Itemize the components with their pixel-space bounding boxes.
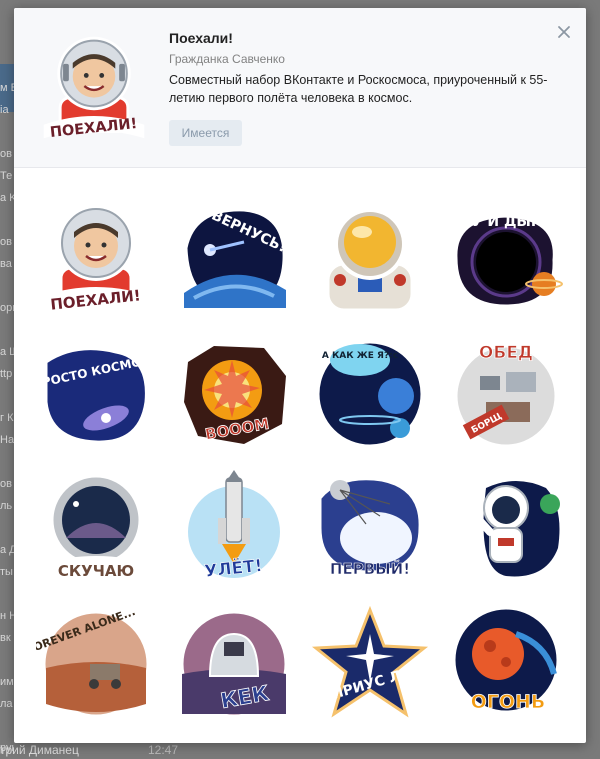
background-row-text: н Н bbox=[0, 610, 14, 622]
background-row-text: ты bbox=[0, 566, 13, 578]
background-message-time: 12:47 bbox=[148, 743, 179, 757]
sticker-obed[interactable]: БОРЩ ОБЕД bbox=[446, 332, 566, 452]
sticker-caption: СКУЧАЮ bbox=[58, 562, 134, 580]
sticker-nu-i-dyra[interactable]: НУ И ДЫРА bbox=[446, 198, 566, 318]
pack-cover-sticker: ПОЕХАЛИ! bbox=[36, 30, 152, 146]
background-row-text: ia bbox=[0, 104, 9, 116]
background-row-text: ttp bbox=[0, 368, 13, 380]
sticker-pack-modal: ПОЕХАЛИ! Поехали! Гражданка Савченко Сов… bbox=[14, 8, 586, 743]
background-row-text: ов bbox=[0, 236, 12, 248]
sticker-a-kak-zhe-ya[interactable]: А КАК ЖЕ Я?:c bbox=[310, 332, 430, 452]
background-row-text: а Щ bbox=[0, 346, 14, 358]
background-row-text: ла bbox=[0, 698, 13, 710]
background-row-text: г К bbox=[0, 412, 14, 424]
background-bottom-row: трий Диманец 12:47 bbox=[0, 743, 600, 759]
sticker-caption: ОГОНЬ bbox=[471, 691, 546, 713]
sticker-caption: НУ И ДЫРА bbox=[460, 214, 552, 230]
pack-title: Поехали! bbox=[169, 30, 233, 46]
sticker-astronaut-wave[interactable] bbox=[446, 468, 566, 588]
background-row-text: ль bbox=[0, 500, 13, 512]
sticker-astronaut-helmet[interactable] bbox=[310, 198, 430, 318]
sticker-prosto-kosmos[interactable]: ПРОСТО КОСМОС bbox=[36, 332, 156, 452]
sticker-kek[interactable]: КЕК bbox=[174, 604, 294, 724]
pack-header: ПОЕХАЛИ! Поехали! Гражданка Савченко Сов… bbox=[14, 8, 586, 168]
close-icon[interactable] bbox=[556, 24, 572, 40]
background-row-text: Те bbox=[0, 170, 13, 182]
owned-status-button[interactable]: Имеется bbox=[169, 120, 242, 146]
sticker-caption: ПЕРВЫЙ! bbox=[330, 559, 410, 578]
sticker-sirius-li[interactable]: СИРИУС ЛИ? bbox=[310, 604, 430, 724]
sticker-forever-alone[interactable]: FOREVER ALONE... bbox=[36, 604, 156, 724]
background-dialog-list: м В ia ов Те а K ов ва ори а Щ ttp г К Наш ов ль а Д ты… bbox=[0, 0, 14, 759]
sticker-poehali[interactable]: ПОЕХАЛИ! bbox=[36, 198, 156, 318]
background-row-text: ов bbox=[0, 148, 12, 160]
background-row-text: а K bbox=[0, 192, 14, 204]
sticker-pervyi[interactable]: ПЕРВЫЙ! bbox=[310, 468, 430, 588]
background-contact-name: трий Диманец bbox=[0, 743, 79, 757]
background-row-text: ов bbox=[0, 478, 12, 490]
sticker-ya-vernus[interactable]: Я ВЕРНУСЬ! bbox=[174, 198, 294, 318]
background-row-text: Наш bbox=[0, 434, 14, 446]
sticker-caption: ОБЕД bbox=[479, 343, 533, 363]
background-row-text: ва bbox=[0, 258, 12, 270]
sticker-ogon[interactable]: ОГОНЬ bbox=[446, 604, 566, 724]
sticker-skuchayu[interactable]: СКУЧАЮ bbox=[36, 468, 156, 588]
pack-author[interactable]: Гражданка Савченко bbox=[169, 52, 285, 66]
pack-description: Совместный набор ВКонтакте и Роскосмоса,… bbox=[169, 73, 548, 105]
sticker-ulet[interactable]: УЛЁТ! bbox=[174, 468, 294, 588]
background-row-text: м В bbox=[0, 82, 14, 94]
sticker-booom[interactable]: BOOOM bbox=[174, 332, 294, 452]
cover-astronaut-image: ПОЕХАЛИ! bbox=[43, 36, 145, 141]
background-row-text: ори bbox=[0, 302, 14, 314]
background-row-text: ими bbox=[0, 676, 14, 688]
sticker-caption: А КАК ЖЕ Я?:c bbox=[322, 351, 398, 361]
background-row-text: вк bbox=[0, 632, 11, 644]
background-row-text: а Д bbox=[0, 544, 14, 556]
